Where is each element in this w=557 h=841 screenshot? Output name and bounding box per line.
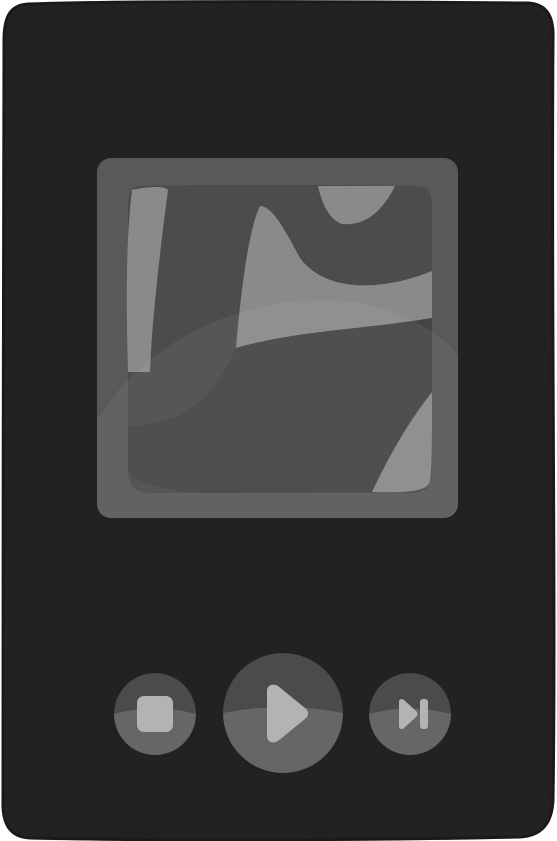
- media-player: [0, 0, 557, 841]
- play-icon: [223, 653, 343, 773]
- stop-button[interactable]: [114, 673, 196, 755]
- skip-next-icon: [369, 673, 451, 755]
- skip-next-button[interactable]: [369, 673, 451, 755]
- image-placeholder-icon: [97, 184, 458, 518]
- stop-icon: [114, 673, 196, 755]
- album-art: [97, 158, 458, 518]
- play-button[interactable]: [223, 653, 343, 773]
